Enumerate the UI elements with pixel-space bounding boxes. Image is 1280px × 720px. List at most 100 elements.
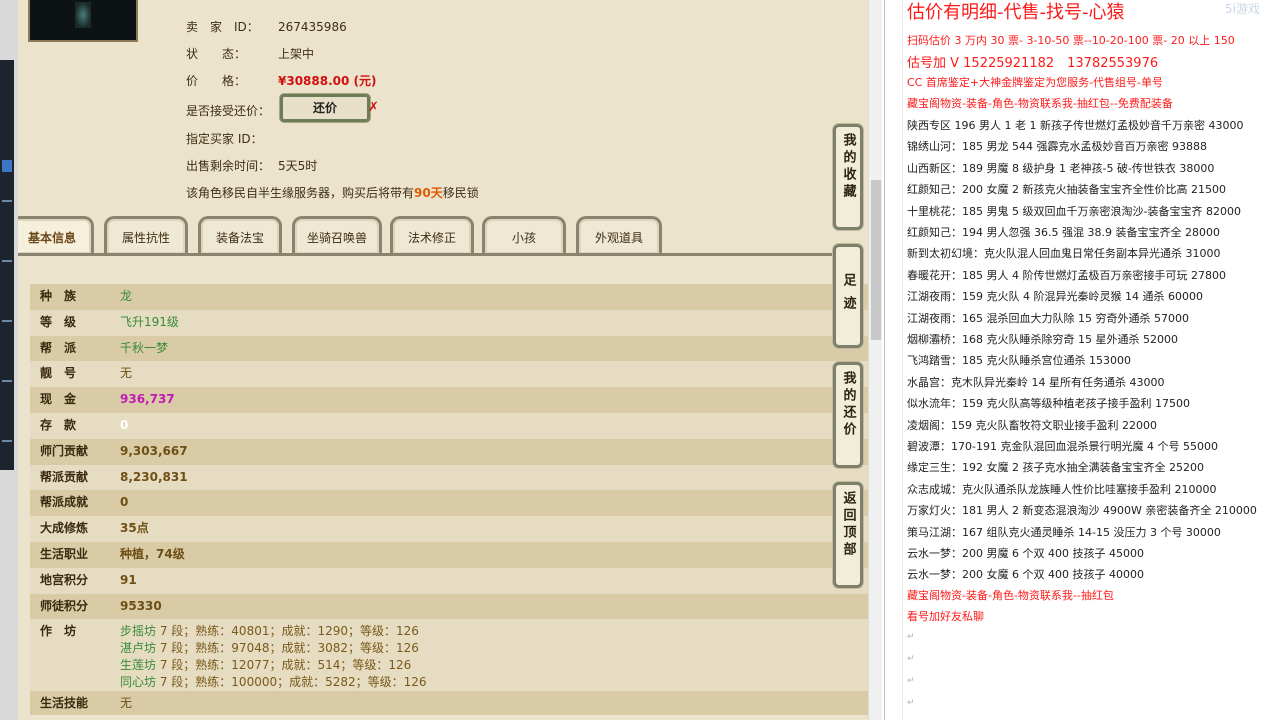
left-meter-tick (2, 440, 12, 442)
workshop-name: 步摇坊 (120, 624, 157, 639)
attr-label: 存 款 (40, 417, 77, 432)
game-panel: 卖 家 ID： 267435986 状 态： 上架中 价 格： ¥30888.00 (… (18, 0, 868, 720)
table-row: 师徒积分 95330 (30, 593, 868, 620)
left-meter-tick (2, 380, 12, 382)
doc-title: 估价有明细-代售-找号-心猿 (907, 2, 1125, 23)
price-label: 价 格： (186, 74, 247, 88)
listing-entry: 策马江湖：167 组队克火通灵睡杀 14-15 没压力 3 个号 30000 (907, 525, 1221, 539)
attr-label: 师门贡献 (40, 443, 89, 458)
time-left-label: 出售剩余时间： (186, 159, 271, 173)
doc-line-end-supplies: 藏宝阁物资-装备-角色-物资联系我--抽红包 (907, 589, 1114, 602)
workshop-name: 湛卢坊 (120, 641, 157, 656)
counter-offer-row: 是否接受还价： (186, 102, 270, 119)
listing-entry: 陕西专区 196 男人 1 老 1 新孩子传世燃灯孟极妙音千万亲密 43000 (907, 119, 1244, 132)
workshop-detail: 7 段；熟练：100000；成就：5282；等级：126 (159, 675, 427, 690)
tab-appearance[interactable]: 外观道具 (576, 216, 662, 254)
migration-notice-prefix: 该角色移民自半生缘服务器，购买后将带有 (186, 186, 415, 200)
doc-line-end-contact: 看号加好友私聊 (907, 610, 984, 623)
listing-entry: 红颜知己：194 男人忽强 36.5 强混 38.9 装备宝宝齐全 28000 (907, 226, 1220, 239)
table-row: 帮派成就 0 (30, 490, 868, 517)
tab-mounts-pets[interactable]: 坐骑召唤兽 (292, 216, 382, 254)
workshop-name: 生莲坊 (120, 658, 157, 673)
attr-value: 0 (120, 417, 129, 432)
migration-days: 90天 (414, 186, 443, 200)
attr-label: 帮派贡献 (40, 469, 89, 484)
workshop-item: 同心坊 7 段；熟练：100000；成就：5282；等级：126 (120, 674, 427, 691)
listing-entry: 烟柳灞桥：168 克火队睡杀除穷奇 15 星外通杀 52000 (907, 333, 1178, 346)
attr-value: 35点 (120, 521, 149, 536)
time-left-row: 出售剩余时间： 5天5时 (186, 157, 317, 174)
attr-label: 等 级 (40, 314, 77, 329)
attr-label: 大成修炼 (40, 521, 89, 536)
attribute-table: 种 族龙 等 级飞升191级 帮 派千秋一梦 靓 号无 现 金 936,737 存… (30, 284, 868, 716)
left-meter-tick (2, 320, 12, 322)
tab-spell-mods[interactable]: 法术修正 (390, 216, 474, 254)
listing-entry: 云水一梦：200 男魔 6 个双 400 技孩子 45000 (907, 547, 1144, 560)
status-label: 状 态： (186, 47, 247, 61)
listing-entry: 万家灯火：181 男人 2 新变态混浪淘沙 4900W 亲密装备齐全 21000… (907, 504, 1257, 518)
listing-entry: 碧波潭：170-191 克金队混回血混杀景行明光魔 4 个号 55000 (907, 440, 1218, 453)
workshop-detail: 7 段；熟练：97048；成就：3082；等级：126 (159, 641, 419, 656)
listing-entry: 凌烟阁：159 克火队畜牧符文职业接手盈利 22000 (907, 418, 1157, 432)
time-left-value: 5天5时 (278, 159, 318, 173)
attr-label: 地宫积分 (40, 572, 89, 587)
doc-margin (889, 0, 903, 720)
workshop-label: 作 坊 (40, 624, 77, 639)
left-meter-tick (2, 200, 12, 202)
workshop-name: 同心坊 (120, 675, 157, 690)
footprints-button[interactable]: 足迹 (833, 244, 863, 348)
listing-entry: 新到太初幻境：克火队混人回血鬼日常任务副本异光通杀 31000 (907, 247, 1221, 261)
back-to-top-button[interactable]: 返回顶部 (833, 482, 863, 588)
listing-entry: 云水一梦：200 女魔 6 个双 400 技孩子 40000 (907, 568, 1144, 582)
workshop-detail: 7 段；熟练：40801；成就：1290；等级：126 (159, 624, 419, 639)
doc-line-appraisal: CC 首席鉴定+大神金牌鉴定为您服务-代售组号-单号 (907, 76, 1164, 89)
workshop-detail: 7 段；熟练：12077；成就：514；等级：126 (159, 658, 412, 673)
character-avatar (28, 0, 138, 42)
listing-entry: 江湖夜雨：165 混杀回血大力队除 15 穷奇外通杀 57000 (907, 311, 1189, 325)
my-favorites-button[interactable]: 我的收藏 (833, 124, 863, 230)
counter-offer-button[interactable]: 还价 (280, 94, 370, 122)
attr-label: 帮派成就 (40, 495, 89, 510)
doc-line-supplies: 藏宝阁物资-装备-角色-物资联系我-抽红包--免费配装备 (907, 97, 1173, 110)
tab-bar: 基本信息 属性抗性 装备法宝 坐骑召唤兽 法术修正 小孩 外观道具 (18, 216, 838, 254)
attr-label: 帮 派 (40, 340, 77, 355)
listing-entry: 锦绣山河：185 男龙 544 强霹克水孟极妙音百万亲密 93888 (907, 140, 1207, 154)
attr-value: 0 (120, 495, 129, 510)
table-row: 现 金 936,737 (30, 387, 868, 413)
paragraph-mark: ↵ (907, 654, 915, 664)
attr-value: 8,230,831 (120, 469, 188, 484)
attr-value: 飞升191级 (120, 314, 179, 329)
paragraph-mark: ↵ (907, 698, 915, 708)
scrollbar-thumb[interactable] (871, 180, 881, 340)
back-to-top-label: 返回顶部 (840, 491, 856, 559)
attr-label: 种 族 (40, 289, 77, 303)
attr-value: 种植，74级 (120, 546, 185, 561)
character-figure (75, 2, 91, 28)
tab-attributes[interactable]: 属性抗性 (104, 216, 188, 254)
price-row: 价 格： ¥30888.00 (元) (186, 72, 377, 89)
listing-entry: 众志成城：克火队通杀队龙族睡人性价比哇塞接手盈利 210000 (907, 482, 1217, 496)
paragraph-mark: ↵ (907, 632, 915, 642)
tab-underline (18, 253, 838, 256)
tab-children[interactable]: 小孩 (482, 216, 566, 254)
table-row: 帮 派 千秋一梦 (30, 335, 868, 362)
footprints-label: 足迹 (840, 273, 856, 319)
paragraph-mark: ↵ (907, 676, 915, 686)
tab-equipment[interactable]: 装备法宝 (198, 216, 282, 254)
table-row: 存 款 0 (30, 412, 868, 439)
workshop-item: 湛卢坊 7 段；熟练：97048；成就：3082；等级：126 (120, 640, 427, 657)
life-skill-label: 生活技能 (40, 696, 89, 711)
seller-id-row: 卖 家 ID： 267435986 (186, 18, 347, 35)
seller-id-value: 267435986 (278, 20, 347, 34)
attr-value: 95330 (120, 598, 162, 613)
tab-basic-info[interactable]: 基本信息 (18, 216, 94, 254)
vertical-scrollbar[interactable] (868, 0, 882, 720)
listing-entry: 十里桃花：185 男鬼 5 级双回血千万亲密浪淘沙-装备宝宝齐 82000 (907, 204, 1241, 218)
my-counter-offers-button[interactable]: 我的还价 (833, 362, 863, 468)
workshop-row: 作 坊 步摇坊 7 段；熟练：40801；成就：1290；等级：126 湛卢坊 … (30, 619, 868, 692)
table-row: 地宫积分 91 (30, 567, 868, 594)
status-row: 状 态： 上架中 (186, 45, 314, 62)
attr-label: 现 金 (40, 392, 77, 407)
left-meter-indicator (2, 160, 12, 172)
attr-value: 无 (120, 366, 133, 381)
